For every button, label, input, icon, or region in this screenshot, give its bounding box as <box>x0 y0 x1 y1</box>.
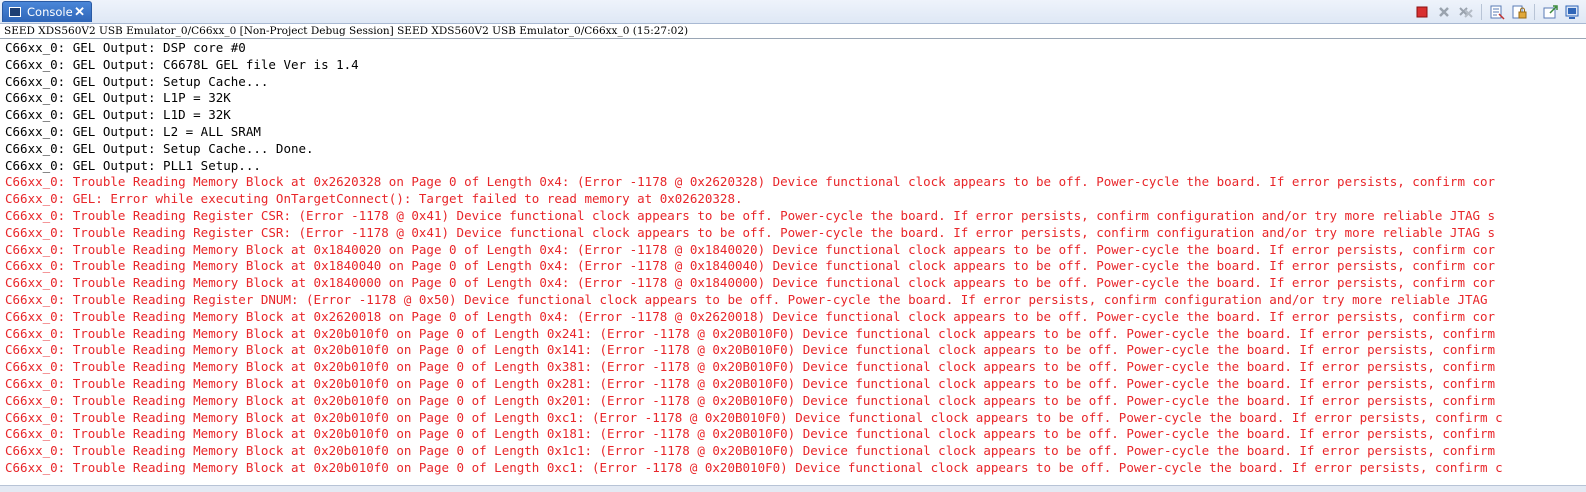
display-console-button[interactable] <box>1562 3 1582 21</box>
pin-console-icon <box>1543 5 1558 19</box>
console-error-line: C66xx_0: Trouble Reading Memory Block at… <box>5 459 1503 475</box>
console-error-line: C66xx_0: Trouble Reading Memory Block at… <box>5 174 1496 190</box>
remove-launch-icon <box>1439 7 1449 17</box>
clear-console-icon <box>1490 5 1505 20</box>
debug-session-header: SEED XDS560V2 USB Emulator_0/C66xx_0 [No… <box>0 24 1586 39</box>
console-error-line: C66xx_0: Trouble Reading Memory Block at… <box>5 426 1496 442</box>
console-error-line: C66xx_0: Trouble Reading Memory Block at… <box>5 359 1496 375</box>
tab-console[interactable]: Console ✕ <box>2 1 92 22</box>
console-error-line: C66xx_0: Trouble Reading Memory Block at… <box>5 258 1496 274</box>
pin-console-button[interactable] <box>1540 3 1560 21</box>
toolbar-separator <box>1481 4 1482 20</box>
toolbar-separator <box>1534 4 1535 20</box>
console-output-line: C66xx_0: GEL Output: Setup Cache... <box>5 73 269 89</box>
console-error-line: C66xx_0: Trouble Reading Memory Block at… <box>5 325 1496 341</box>
remove-launch-button[interactable] <box>1434 3 1454 21</box>
console-output-line: C66xx_0: GEL Output: DSP core #0 <box>5 40 246 55</box>
display-console-icon <box>1565 5 1579 19</box>
console-error-line: C66xx_0: Trouble Reading Register DNUM: … <box>5 291 1488 307</box>
console-error-line: C66xx_0: Trouble Reading Memory Block at… <box>5 392 1496 408</box>
console-view-tabbar: Console ✕ <box>0 0 1586 24</box>
console-error-line: C66xx_0: Trouble Reading Memory Block at… <box>5 275 1496 291</box>
console-error-line: C66xx_0: Trouble Reading Register CSR: (… <box>5 224 1496 240</box>
console-output-line: C66xx_0: GEL Output: L2 = ALL SRAM <box>5 123 261 139</box>
terminate-button[interactable] <box>1412 3 1432 21</box>
console-error-line: C66xx_0: Trouble Reading Register CSR: (… <box>5 207 1496 223</box>
scroll-lock-button[interactable] <box>1509 3 1529 21</box>
console-error-line: C66xx_0: Trouble Reading Memory Block at… <box>5 342 1496 358</box>
console-error-line: C66xx_0: GEL: Error while executing OnTa… <box>5 191 743 207</box>
console-error-line: C66xx_0: Trouble Reading Memory Block at… <box>5 443 1496 459</box>
terminate-icon <box>1416 6 1428 18</box>
console-error-line: C66xx_0: Trouble Reading Memory Block at… <box>5 308 1496 324</box>
console-output-line: C66xx_0: GEL Output: PLL1 Setup... <box>5 157 261 173</box>
console-output-line: C66xx_0: GEL Output: L1P = 32K <box>5 90 231 106</box>
clear-console-button[interactable] <box>1487 3 1507 21</box>
console-output-line: C66xx_0: GEL Output: C6678L GEL file Ver… <box>5 56 359 72</box>
close-icon[interactable]: ✕ <box>74 4 85 20</box>
console-toolbar <box>1412 3 1582 21</box>
console-icon <box>9 7 21 17</box>
console-error-line: C66xx_0: Trouble Reading Memory Block at… <box>5 409 1503 425</box>
remove-all-icon <box>1459 7 1473 18</box>
console-error-line: C66xx_0: Trouble Reading Memory Block at… <box>5 241 1496 257</box>
console-output-line: C66xx_0: GEL Output: Setup Cache... Done… <box>5 140 314 156</box>
console-output[interactable]: C66xx_0: GEL Output: DSP core #0 C66xx_0:… <box>0 40 1586 485</box>
console-output-line: C66xx_0: GEL Output: L1D = 32K <box>5 107 231 123</box>
console-error-line: C66xx_0: Trouble Reading Memory Block at… <box>5 375 1496 391</box>
tab-console-label: Console <box>27 5 73 19</box>
scroll-lock-icon <box>1512 5 1527 19</box>
remove-all-button[interactable] <box>1456 3 1476 21</box>
